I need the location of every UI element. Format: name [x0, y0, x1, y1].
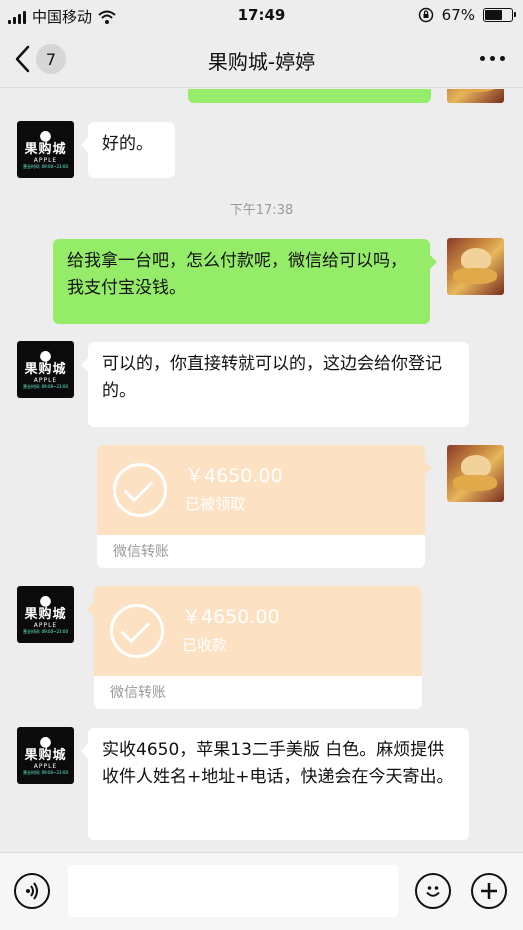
message-text: 可以的，你直接转就可以的，这边会给你登记的。 — [102, 354, 442, 401]
transfer-amount: ￥4650.00 — [185, 465, 283, 487]
message-bubble-received[interactable]: 实收4650，苹果13二手美版 白色。麻烦提供收件人姓名+地址+电话，快递会在今… — [81, 728, 469, 840]
message-bubble-sent[interactable]: 给我拿一台吧，怎么付款呢，微信给可以吗，我支付宝没钱。 — [53, 239, 437, 324]
apple-logo-icon: ● — [39, 734, 52, 750]
voice-button[interactable] — [14, 873, 50, 909]
avatar-brand: 果购城 — [24, 607, 67, 622]
more-dot-icon — [490, 56, 495, 61]
avatar-sub: APPLE — [33, 763, 58, 770]
avatar-sub: APPLE — [33, 622, 58, 629]
more-dot-icon — [480, 56, 485, 61]
check-circle-icon — [110, 604, 164, 658]
emoji-button[interactable] — [415, 873, 451, 909]
avatar-hours: 营业时间: 09:00~23:00 — [22, 384, 69, 389]
avatar-sub: APPLE — [33, 377, 58, 384]
message-text: 给我拿一台吧，怎么付款呢，微信给可以吗，我支付宝没钱。 — [67, 251, 407, 298]
message-input[interactable] — [68, 865, 398, 917]
bubble-tail — [87, 602, 94, 616]
transfer-top: ￥4650.00 已收款 — [94, 586, 422, 676]
more-button[interactable] — [480, 56, 505, 61]
message-text: 实收4650，苹果13二手美版 白色。麻烦提供收件人姓名+地址+电话，快递会在今… — [102, 740, 454, 787]
transfer-label: 微信转账 — [97, 535, 425, 568]
more-functions-button[interactable] — [471, 873, 507, 909]
smiley-icon — [426, 886, 440, 897]
my-avatar[interactable] — [447, 89, 504, 103]
message-timestamp: 下午17:38 — [229, 203, 294, 218]
transfer-card-received[interactable]: ￥4650.00 已收款 微信转账 — [94, 586, 422, 709]
chat-area[interactable]: ● 果购城 APPLE 营业时间: 09:00~23:00 好的。 下午17:3… — [0, 89, 523, 852]
message-bubble-partial — [188, 89, 431, 103]
transfer-label: 微信转账 — [94, 676, 422, 709]
apple-logo-icon: ● — [39, 128, 52, 144]
contact-avatar[interactable]: ● 果购城 APPLE 营业时间: 09:00~23:00 — [17, 586, 74, 643]
battery-percent: 67% — [441, 6, 475, 24]
avatar-sub: APPLE — [33, 157, 58, 164]
status-bar: 中国移动 17:49 67% — [0, 0, 523, 32]
message-text: 好的。 — [102, 134, 153, 154]
orientation-lock-icon — [418, 7, 433, 23]
chat-title: 果购城-婷婷 — [207, 50, 316, 74]
my-avatar[interactable] — [447, 445, 504, 502]
avatar-hours: 营业时间: 09:00~23:00 — [22, 770, 69, 775]
plus-icon — [481, 883, 497, 899]
contact-avatar[interactable]: ● 果购城 APPLE 营业时间: 09:00~23:00 — [17, 727, 74, 784]
voice-icon — [26, 882, 38, 900]
transfer-top: ￥4650.00 已被领取 — [97, 445, 425, 535]
avatar-hours: 营业时间: 09:00~23:00 — [22, 164, 69, 169]
more-dot-icon — [500, 56, 505, 61]
transfer-amount: ￥4650.00 — [182, 606, 280, 628]
apple-logo-icon: ● — [39, 348, 52, 364]
message-bubble-received[interactable]: 好的。 — [81, 122, 175, 178]
input-bar — [0, 852, 523, 930]
message-bubble-received[interactable]: 可以的，你直接转就可以的，这边会给你登记的。 — [81, 342, 469, 427]
contact-avatar[interactable]: ● 果购城 APPLE 营业时间: 09:00~23:00 — [17, 121, 74, 178]
transfer-status: 已被领取 — [185, 495, 246, 513]
avatar-brand: 果购城 — [24, 142, 67, 157]
avatar-brand: 果购城 — [24, 362, 67, 377]
bubble-tail — [425, 461, 432, 475]
transfer-status: 已收款 — [182, 636, 228, 654]
transfer-card-sent[interactable]: ￥4650.00 已被领取 微信转账 — [97, 445, 425, 568]
status-right: 67% — [418, 6, 516, 24]
avatar-brand: 果购城 — [24, 748, 67, 763]
nav-bar: 7 果购城-婷婷 — [0, 32, 523, 88]
my-avatar[interactable] — [447, 238, 504, 295]
avatar-hours: 营业时间: 09:00~23:00 — [22, 629, 69, 634]
check-circle-icon — [113, 463, 167, 517]
contact-avatar[interactable]: ● 果购城 APPLE 营业时间: 09:00~23:00 — [17, 341, 74, 398]
battery-icon — [483, 8, 516, 22]
apple-logo-icon: ● — [39, 593, 52, 609]
